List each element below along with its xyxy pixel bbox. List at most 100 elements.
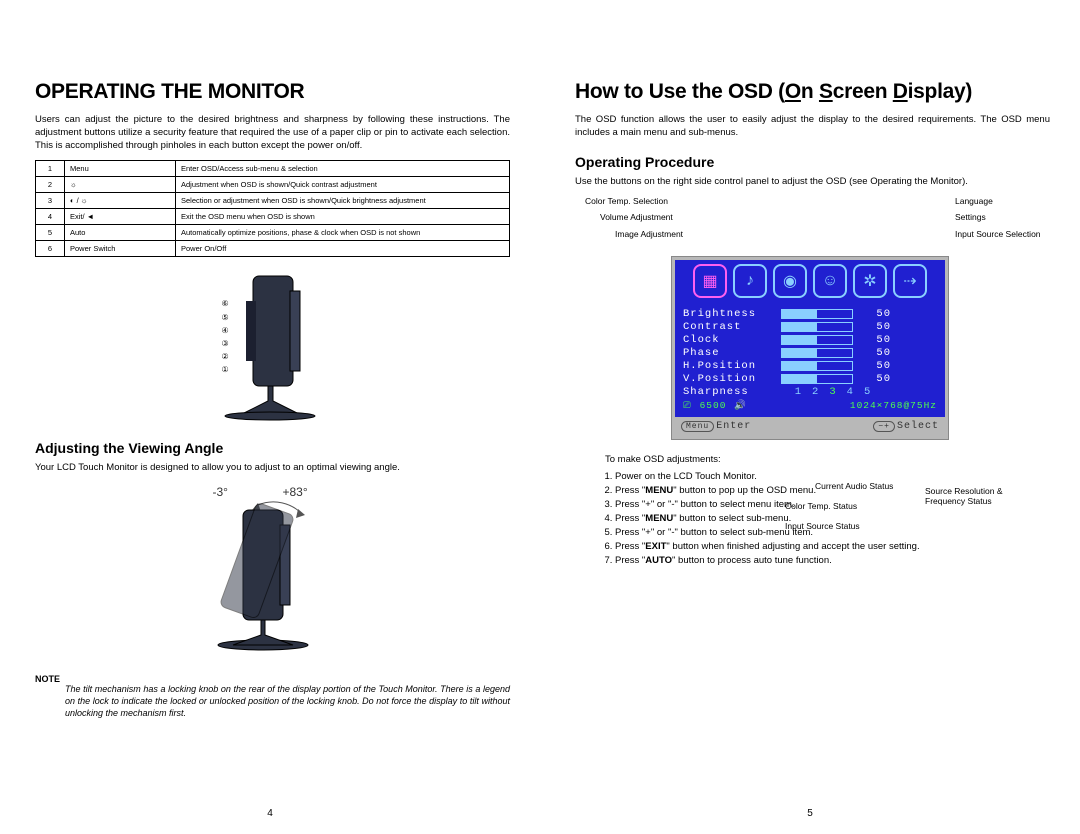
osd-footer: MenuEnter −+Select	[675, 417, 945, 436]
osd-icon-volume: ♪	[733, 264, 767, 298]
osd-row-name: V.Position	[683, 373, 773, 385]
table-row: 4Exit/ ◄Exit the OSD menu when OSD is sh…	[36, 209, 510, 225]
cell-label: Exit/ ◄	[65, 209, 176, 225]
osd-row: H.Position 50	[683, 360, 937, 372]
pagenum-left: 4	[0, 808, 540, 819]
cell-label: Auto	[65, 225, 176, 241]
osd-icon-input: ⇢	[893, 264, 927, 298]
osd-row: Contrast 50	[683, 321, 937, 333]
cell-num: 5	[36, 225, 65, 241]
osd-icon-language: ☺	[813, 264, 847, 298]
callout-colortemp: Color Temp. Selection	[585, 196, 668, 206]
osd-row-name: Contrast	[683, 321, 773, 333]
osd-sharp-nums: 12345	[781, 386, 885, 398]
osd-row-val: 50	[861, 347, 891, 359]
note-text: The tilt mechanism has a locking knob on…	[35, 684, 510, 719]
button-table-body: 1MenuEnter OSD/Access sub-menu & selecti…	[36, 161, 510, 257]
osd-row: V.Position 50	[683, 373, 937, 385]
cell-desc: Exit the OSD menu when OSD is shown	[176, 209, 510, 225]
marker-1: ①	[222, 365, 229, 374]
cell-num: 4	[36, 209, 65, 225]
cell-num: 6	[36, 241, 65, 257]
callout-src-status: Input Source Status	[785, 521, 860, 531]
osd-row-name: Brightness	[683, 308, 773, 320]
table-row: 5AutoAutomatically optimize positions, p…	[36, 225, 510, 241]
osd-figure: Color Temp. Selection Volume Adjustment …	[575, 196, 1045, 440]
osd-icon-settings: ✲	[853, 264, 887, 298]
sharp-num: 4	[847, 386, 854, 398]
sharp-num: 1	[795, 386, 802, 398]
osd-row-bar	[781, 335, 853, 345]
tilt-pos: +83°	[283, 485, 308, 499]
osd-row-bar	[781, 348, 853, 358]
cell-label: ☼	[65, 177, 176, 193]
osd-audio: 🔊	[734, 400, 747, 411]
osd-icon-image: ▦	[693, 264, 727, 298]
osd-menu-btn: Menu	[681, 421, 714, 432]
op-text: Use the buttons on the right side contro…	[575, 176, 1050, 189]
cell-label: Power Switch	[65, 241, 176, 257]
osd-row-name: H.Position	[683, 360, 773, 372]
note-label: NOTE	[35, 674, 510, 684]
adj-title: Adjusting the Viewing Angle	[35, 440, 510, 456]
osd-row-bar	[781, 374, 853, 384]
osd-sharp-label: Sharpness	[683, 386, 773, 398]
cell-desc: Enter OSD/Access sub-menu & selection	[176, 161, 510, 177]
callout-settings: Settings	[955, 212, 986, 222]
osd-row-val: 50	[861, 321, 891, 333]
osd-icon-row: ▦ ♪ ◉ ☺ ✲ ⇢	[675, 260, 945, 302]
osd-row-bar	[781, 322, 853, 332]
callout-res-status: Source Resolution & Frequency Status	[925, 486, 1035, 506]
osd-rows: Brightness50Contrast50Clock50Phase50H.Po…	[683, 308, 937, 385]
table-row: 3◐ / ☼Selection or adjustment when OSD i…	[36, 193, 510, 209]
osd-res: 1024×768@75Hz	[850, 400, 937, 411]
callout-volume: Volume Adjustment	[600, 212, 673, 222]
osd-row-name: Clock	[683, 334, 773, 346]
osd-row-val: 50	[861, 308, 891, 320]
marker-2: ②	[222, 352, 229, 361]
osd-ct: 6500	[700, 400, 727, 411]
osd-row-val: 50	[861, 360, 891, 372]
osd-sel-btn: −+	[873, 421, 895, 432]
cell-label: Menu	[65, 161, 176, 177]
callout-language: Language	[955, 196, 993, 206]
marker-6: ⑥	[222, 299, 229, 308]
step-item: Press "EXIT" button when finished adjust…	[615, 541, 1050, 552]
sharp-num: 3	[829, 386, 836, 398]
table-row: 1MenuEnter OSD/Access sub-menu & selecti…	[36, 161, 510, 177]
page-left: OPERATING THE MONITOR Users can adjust t…	[0, 0, 540, 834]
callout-ct-status: Color Temp. Status	[785, 501, 857, 511]
osd-row: Clock 50	[683, 334, 937, 346]
osd-enter: Enter	[716, 421, 751, 432]
callout-input-sel: Input Source Selection	[955, 229, 1041, 239]
cell-num: 3	[36, 193, 65, 209]
cell-desc: Automatically optimize positions, phase …	[176, 225, 510, 241]
osd-status-line: ⎚ 6500 🔊 1024×768@75Hz	[683, 400, 937, 411]
cell-num: 1	[36, 161, 65, 177]
op-title: Operating Procedure	[575, 154, 1050, 170]
sharp-num: 2	[812, 386, 819, 398]
step-item: Press "AUTO" button to process auto tune…	[615, 555, 1050, 566]
monitor-side-figure: ⑥ ⑤ ④ ③ ② ①	[35, 271, 510, 426]
marker-3: ③	[222, 339, 229, 348]
osd-row-val: 50	[861, 334, 891, 346]
osd-row-val: 50	[861, 373, 891, 385]
steps-intro: To make OSD adjustments:	[605, 454, 1050, 465]
osd-row-bar	[781, 309, 853, 319]
osd-src-icon: ⎚	[683, 400, 692, 411]
tilt-neg: -3°	[213, 485, 228, 499]
cell-label: ◐ / ☼	[65, 193, 176, 209]
osd-row-name: Phase	[683, 347, 773, 359]
left-title: OPERATING THE MONITOR	[35, 80, 510, 104]
cell-num: 2	[36, 177, 65, 193]
button-table: 1MenuEnter OSD/Access sub-menu & selecti…	[35, 160, 510, 257]
marker-4: ④	[222, 326, 229, 335]
table-row: 2☼Adjustment when OSD is shown/Quick con…	[36, 177, 510, 193]
osd-row: Brightness 50	[683, 308, 937, 320]
left-intro: Users can adjust the picture to the desi…	[35, 114, 510, 152]
osd-select: Select	[897, 421, 939, 432]
osd-row-bar	[781, 361, 853, 371]
page-right: How to Use the OSD (On Screen Display) T…	[540, 0, 1080, 834]
callout-cur-audio: Current Audio Status	[815, 481, 893, 491]
tilt-svg	[203, 485, 343, 655]
